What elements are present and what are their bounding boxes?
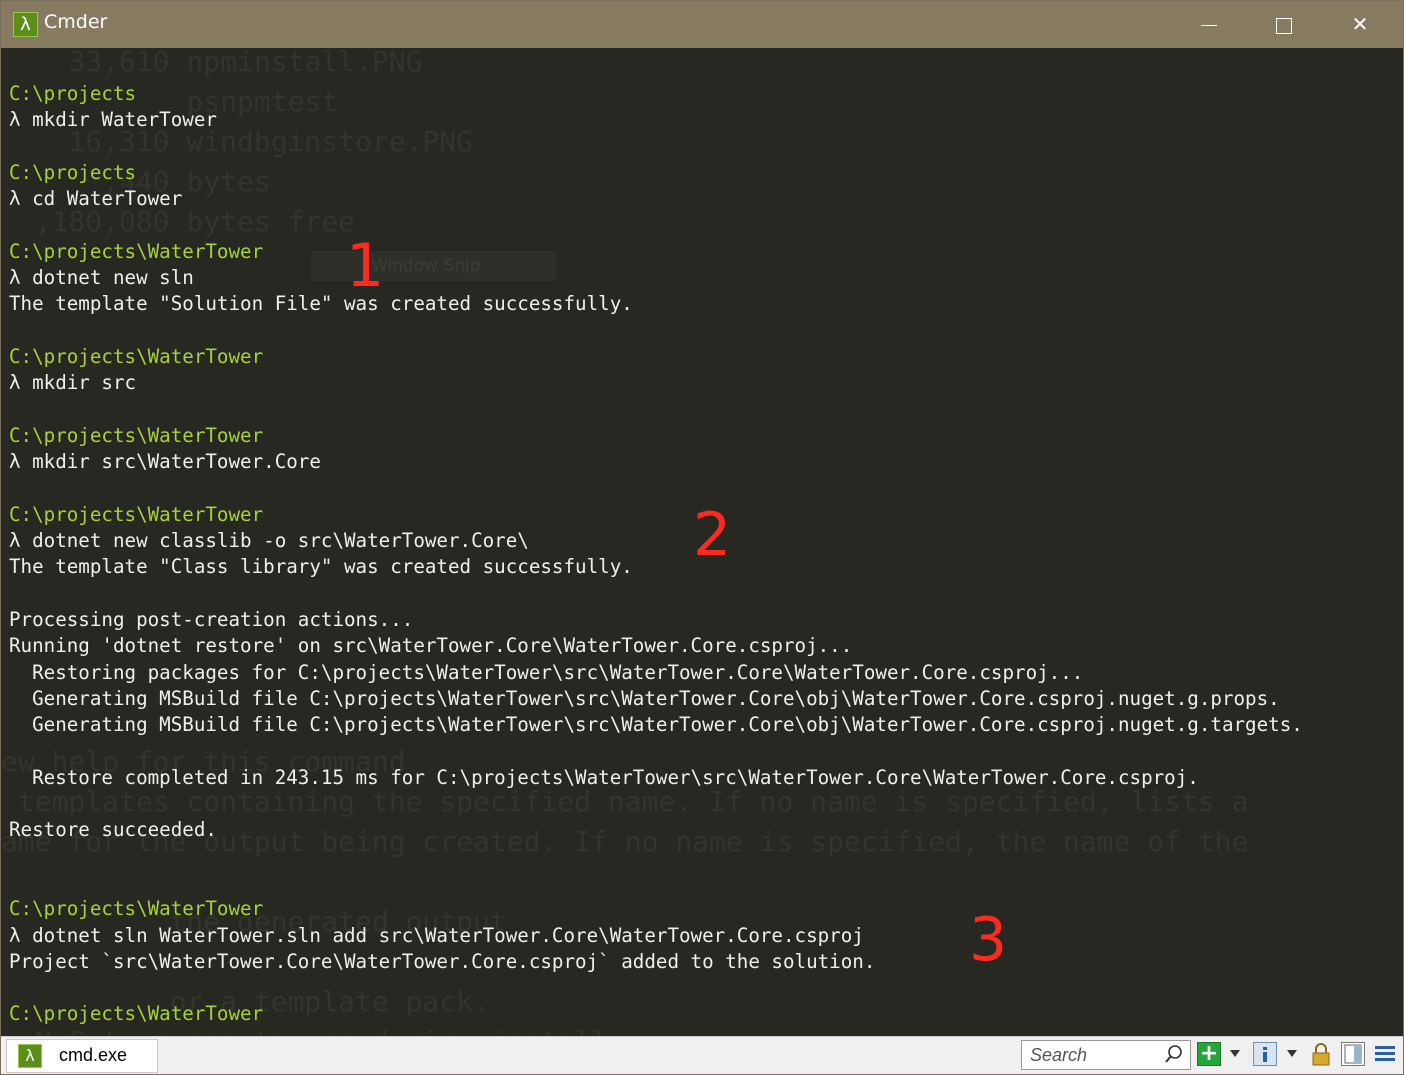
status-bar: λ cmd.exe + (1, 1036, 1403, 1074)
command-line: λ mkdir WaterTower (9, 108, 217, 132)
info-icon[interactable] (1253, 1042, 1277, 1066)
command-line: λ dotnet sln WaterTower.sln add src\Wate… (9, 923, 864, 947)
menu-icon[interactable] (1373, 1042, 1397, 1066)
close-icon: ✕ (1351, 12, 1369, 36)
maximize-button[interactable] (1248, 1, 1320, 48)
search-box[interactable] (1021, 1040, 1191, 1070)
prompt-path-line: C:\projects\WaterTower (9, 239, 264, 263)
title-bar[interactable]: λ Cmder ✕ (1, 1, 1403, 48)
search-input[interactable] (1022, 1041, 1172, 1069)
console-tab[interactable]: λ cmd.exe (6, 1039, 158, 1073)
minimize-button[interactable] (1173, 1, 1245, 48)
cmder-lambda-icon[interactable]: λ (13, 12, 38, 37)
minimize-icon (1201, 25, 1217, 26)
command-line: λ mkdir src\WaterTower.Core (9, 450, 321, 474)
output-line: Restoring packages for C:\projects\Water… (9, 660, 1084, 684)
command-line: λ cd WaterTower (9, 187, 183, 211)
prompt-path-line: C:\projects\WaterTower (9, 502, 264, 526)
output-line: The template "Solution File" was created… (9, 292, 633, 316)
cmder-window: λ Cmder ✕ 35,760 list-locations.PNG 33,6… (0, 0, 1404, 1075)
close-button[interactable]: ✕ (1324, 1, 1396, 48)
search-icon[interactable] (1164, 1044, 1184, 1064)
prompt-path-line: C:\projects\WaterTower (9, 1002, 264, 1026)
maximize-icon (1276, 17, 1292, 34)
output-line: Generating MSBuild file C:\projects\Wate… (9, 686, 1280, 710)
ghost-text-line: 33,610 npminstall.PNG (1, 48, 423, 78)
output-line: The template "Class library" was created… (9, 555, 633, 579)
command-line: λ mkdir src (9, 371, 137, 395)
annotation-marker-3: 3 (969, 905, 1008, 975)
add-console-icon[interactable]: + (1197, 1042, 1221, 1066)
output-line: Project `src\WaterTower.Core\WaterTower.… (9, 949, 876, 973)
output-line: Running 'dotnet restore' on src\WaterTow… (9, 634, 853, 658)
panel-icon[interactable] (1341, 1042, 1365, 1066)
terminal-console[interactable]: 35,760 list-locations.PNG 33,610 npminst… (1, 48, 1403, 1036)
prompt-path-line: C:\projects\WaterTower (9, 344, 264, 368)
prompt-path-line: C:\projects (9, 82, 137, 105)
cmder-lambda-icon: λ (18, 1044, 42, 1068)
output-line: Restore completed in 243.15 ms for C:\pr… (9, 765, 1199, 789)
output-line: Restore succeeded. (9, 818, 217, 842)
chevron-down-icon[interactable] (1230, 1050, 1240, 1057)
prompt-path-line: C:\projects\WaterTower (9, 897, 264, 921)
chevron-down-icon[interactable] (1287, 1050, 1297, 1057)
tab-label: cmd.exe (59, 1045, 128, 1065)
output-line: Processing post-creation actions... (9, 607, 414, 631)
terminal-output: C:\projects λ mkdir WaterTower C:\projects… (9, 81, 1303, 1028)
output-line: Generating MSBuild file C:\projects\Wate… (9, 713, 1303, 737)
annotation-marker-2: 2 (693, 500, 732, 570)
annotation-marker-1: 1 (346, 231, 385, 301)
command-line: λ dotnet new sln (9, 266, 194, 290)
window-title: Cmder (44, 11, 108, 33)
lock-icon[interactable] (1309, 1042, 1333, 1066)
prompt-path-line: C:\projects\WaterTower (9, 423, 264, 447)
command-line: λ dotnet new classlib -o src\WaterTower.… (9, 529, 529, 553)
prompt-path-line: C:\projects (9, 160, 137, 184)
